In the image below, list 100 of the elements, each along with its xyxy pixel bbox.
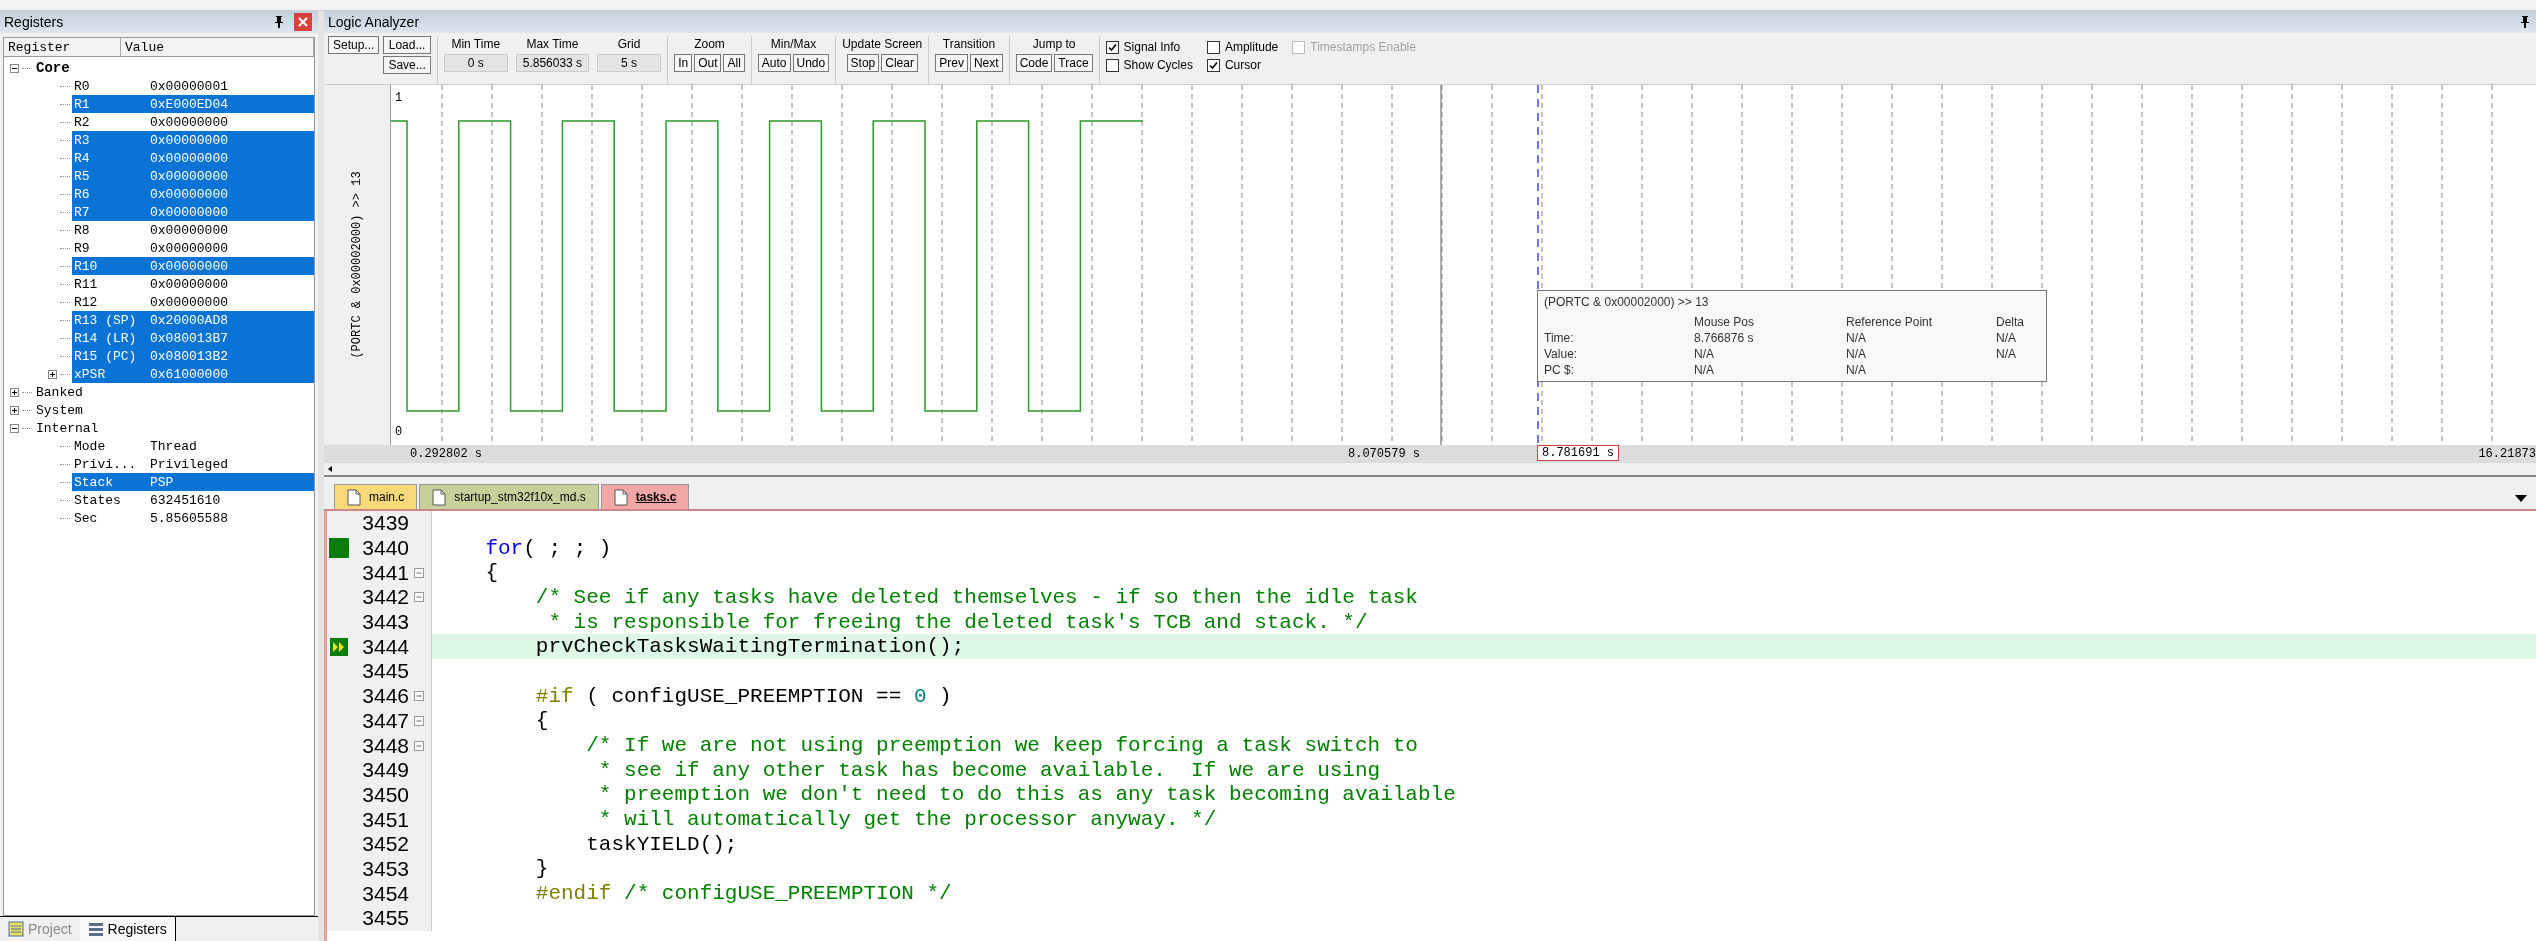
toolbar-button[interactable]: Stop xyxy=(846,54,880,72)
register-row[interactable]: R3 0x00000000 xyxy=(72,131,314,149)
register-row[interactable]: R4 0x00000000 xyxy=(72,149,314,167)
register-row[interactable]: System xyxy=(34,401,314,419)
register-name: R2 xyxy=(73,114,91,130)
register-row[interactable]: R11 0x00000000 xyxy=(72,275,314,293)
file-tab[interactable]: startup_stm32f10x_md.s xyxy=(419,484,599,509)
toolbar-button[interactable]: Out xyxy=(694,54,722,72)
register-row[interactable]: R9 0x00000000 xyxy=(72,239,314,257)
file-icon xyxy=(613,488,628,506)
register-value: 632451610 xyxy=(150,492,221,508)
register-row[interactable]: Privi... Privileged xyxy=(72,455,314,473)
setup-button[interactable]: Setup... xyxy=(328,36,380,54)
register-row[interactable]: Internal xyxy=(34,419,314,437)
register-row[interactable]: Sec 5.85605588 xyxy=(72,509,314,527)
column-header[interactable]: Register xyxy=(4,38,121,56)
toolbar-button[interactable]: Undo xyxy=(792,54,830,72)
register-row[interactable]: xPSR 0x61000000 xyxy=(72,365,314,383)
checkbox[interactable] xyxy=(1105,58,1119,72)
register-value: 0x080013B2 xyxy=(150,348,228,364)
register-row[interactable]: R0 0x00000001 xyxy=(72,77,314,95)
line-number: 3451 xyxy=(361,807,409,832)
code-line: #endif /* configUSE_PREEMPTION */ xyxy=(534,882,952,906)
file-icon xyxy=(432,488,447,506)
tooltip-value: N/A xyxy=(1996,331,2017,345)
register-name: R15 (PC) xyxy=(73,348,138,364)
register-name: R7 xyxy=(73,204,91,220)
project-icon xyxy=(8,921,24,937)
dropdown-icon[interactable] xyxy=(2514,493,2528,503)
register-value: 0x00000000 xyxy=(150,240,228,256)
tooltip-value: 8.766876 s xyxy=(1694,331,1755,345)
register-row[interactable]: R8 0x00000000 xyxy=(72,221,314,239)
fold-icon[interactable] xyxy=(414,715,424,726)
register-name: Stack xyxy=(73,474,114,490)
register-name: System xyxy=(35,402,84,418)
checkbox[interactable] xyxy=(1206,40,1220,54)
fold-icon[interactable] xyxy=(414,567,424,578)
register-row[interactable]: R6 0x00000000 xyxy=(72,185,314,203)
group-label: Jump to xyxy=(1032,36,1076,52)
register-row[interactable]: Mode Thread xyxy=(72,437,314,455)
checkbox-label: Timestamps Enable xyxy=(1310,40,1416,54)
executed-marker xyxy=(329,538,349,559)
pin-icon[interactable] xyxy=(2520,16,2530,28)
close-icon[interactable] xyxy=(294,13,312,31)
panel-tab[interactable]: Registers xyxy=(79,917,176,941)
register-name: R0 xyxy=(73,78,91,94)
register-name: R4 xyxy=(73,150,91,166)
code-line: { xyxy=(534,709,549,733)
register-row[interactable]: R14 (LR) 0x080013B7 xyxy=(72,329,314,347)
expander-icon[interactable] xyxy=(10,63,19,73)
register-row[interactable]: Banked xyxy=(34,383,314,401)
register-value: 0x20000AD8 xyxy=(150,312,228,328)
register-row[interactable]: R1 0xE000ED04 xyxy=(72,95,314,113)
register-row[interactable]: States 632451610 xyxy=(72,491,314,509)
toolbar-button[interactable]: All xyxy=(723,54,745,72)
register-row[interactable]: R15 (PC) 0x080013B2 xyxy=(72,347,314,365)
register-row[interactable]: R7 0x00000000 xyxy=(72,203,314,221)
register-row[interactable]: R2 0x00000000 xyxy=(72,113,314,131)
field-label: Grid xyxy=(617,36,641,52)
group-label: Transition xyxy=(942,36,996,52)
checkbox[interactable] xyxy=(1206,58,1220,72)
expander-icon[interactable] xyxy=(10,405,19,415)
tooltip-header: Reference Point xyxy=(1846,315,1934,329)
field-label: Max Time xyxy=(526,36,579,52)
fold-icon[interactable] xyxy=(414,592,424,603)
fold-icon[interactable] xyxy=(414,691,424,702)
register-row[interactable]: R10 0x00000000 xyxy=(72,257,314,275)
expander-icon[interactable] xyxy=(10,387,19,397)
readout-field: 5 s xyxy=(597,54,662,72)
toolbar-button[interactable]: Auto xyxy=(757,54,791,72)
horizontal-scrollbar[interactable] xyxy=(324,463,2536,477)
expander-icon[interactable] xyxy=(48,369,57,379)
toolbar-button[interactable]: Next xyxy=(969,54,1003,72)
register-row[interactable]: Stack PSP xyxy=(72,473,314,491)
save-button[interactable]: Save... xyxy=(383,56,431,74)
time-label: 16.21873 xyxy=(2478,447,2536,461)
checkbox[interactable] xyxy=(1105,40,1119,54)
code-line: for( ; ; ) xyxy=(484,536,612,560)
toolbar-button[interactable]: Prev xyxy=(935,54,968,72)
fold-icon[interactable] xyxy=(414,740,424,751)
signal-name: (PORTC & 0x00002000) >> 13 xyxy=(350,171,364,359)
register-row[interactable]: R5 0x00000000 xyxy=(72,167,314,185)
column-header[interactable]: Value xyxy=(121,38,314,56)
toolbar-button[interactable]: Trace xyxy=(1054,54,1093,72)
register-value: 0x61000000 xyxy=(150,366,228,382)
register-row[interactable]: R12 0x00000000 xyxy=(72,293,314,311)
line-number: 3455 xyxy=(361,906,409,931)
register-row[interactable]: Core xyxy=(34,59,314,77)
toolbar-button[interactable]: Clear xyxy=(881,54,918,72)
register-row[interactable]: R13 (SP) 0x20000AD8 xyxy=(72,311,314,329)
pin-icon[interactable] xyxy=(274,16,284,28)
expander-icon[interactable] xyxy=(10,423,19,433)
toolbar-button[interactable]: Code xyxy=(1015,54,1053,72)
register-name: R5 xyxy=(73,168,91,184)
register-value: 0x00000000 xyxy=(150,258,228,274)
toolbar-button[interactable]: In xyxy=(674,54,693,72)
file-tab[interactable]: main.c xyxy=(334,484,418,509)
panel-title: Logic Analyzer xyxy=(328,14,420,30)
file-tab[interactable]: tasks.c xyxy=(600,484,690,509)
load-button[interactable]: Load... xyxy=(383,36,431,54)
